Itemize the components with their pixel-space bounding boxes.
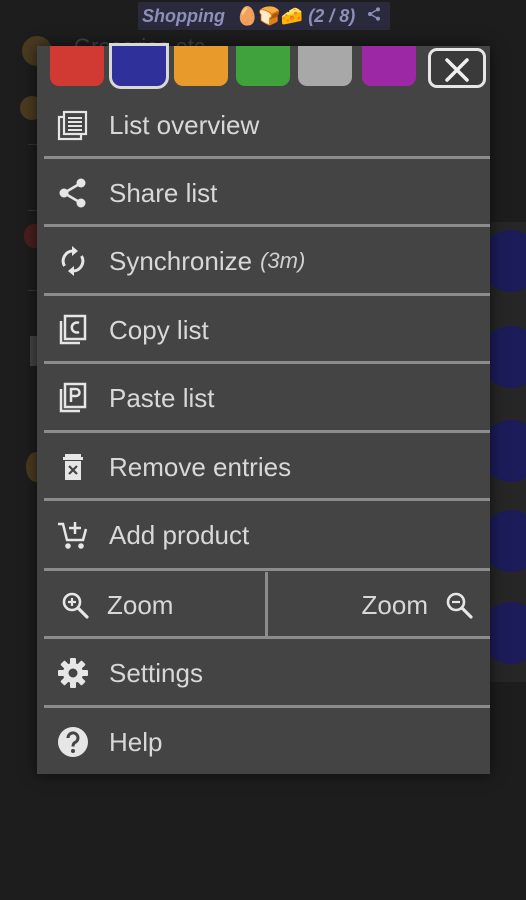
color-swatch-red[interactable] (50, 46, 104, 86)
menu-item-synchronize[interactable]: Synchronize (3m) (44, 228, 490, 294)
menu-item-label: List overview (109, 109, 260, 140)
copy-icon (59, 314, 87, 345)
menu-item-list-overview[interactable]: List overview (44, 92, 490, 158)
menu-item-label: Synchronize (109, 245, 253, 276)
zoom-in-label: Zoom (107, 589, 174, 620)
menu-divider (44, 636, 490, 639)
menu-divider (44, 705, 490, 708)
list-count: (2 / 8) (308, 6, 356, 26)
color-swatch-purple[interactable] (362, 46, 416, 86)
menu-divider (44, 156, 490, 159)
title-emoji: 🥚🍞🧀 (236, 6, 304, 26)
color-swatch-green[interactable] (236, 46, 290, 86)
app-title: Shopping (142, 6, 225, 26)
zoom-in-button[interactable]: Zoom (44, 572, 265, 638)
menu-item-copy-list[interactable]: Copy list (44, 297, 490, 363)
menu-item-remove-entries[interactable]: Remove entries (44, 434, 490, 500)
menu-item-paste-list[interactable]: Paste list (44, 365, 490, 431)
menu-divider (44, 430, 490, 433)
title-share-icon (366, 6, 382, 26)
list-icon (57, 110, 88, 141)
menu-item-label: Settings (109, 657, 203, 688)
menu-item-add-product[interactable]: Add product (44, 502, 490, 568)
gear-icon (58, 658, 88, 688)
app-title-bar: Shopping 🥚🍞🧀 (2 / 8) (138, 2, 390, 30)
menu-divider (44, 361, 490, 364)
menu-divider (44, 293, 490, 296)
menu-item-label: Add product (109, 519, 250, 550)
add-cart-icon (58, 522, 88, 549)
menu-item-label: Help (109, 726, 163, 757)
help-icon (58, 727, 88, 757)
zoom-out-button[interactable]: Zoom (268, 572, 490, 638)
zoom-out-label: Zoom (361, 589, 428, 620)
menu-item-help[interactable]: Help (44, 709, 490, 775)
menu-divider (44, 224, 490, 227)
list-options-menu: List overview Share list Synchronize (3m… (37, 46, 490, 774)
sync-age: (3m) (260, 248, 306, 273)
color-swatch-orange[interactable] (174, 46, 228, 86)
sync-icon (61, 246, 85, 276)
trash-icon (63, 454, 83, 480)
menu-item-label: Remove entries (109, 451, 292, 482)
color-picker (37, 46, 490, 90)
menu-divider (44, 568, 490, 571)
zoom-in-icon (62, 592, 89, 619)
share-icon (59, 178, 86, 208)
color-swatch-blue[interactable] (112, 46, 166, 86)
menu-item-label: Share list (109, 177, 218, 208)
menu-item-share-list[interactable]: Share list (44, 160, 490, 226)
paste-icon (59, 382, 87, 413)
color-swatch-gray[interactable] (298, 46, 352, 86)
zoom-out-icon (446, 592, 473, 619)
menu-divider (44, 498, 490, 501)
close-button[interactable] (428, 48, 486, 88)
menu-item-settings[interactable]: Settings (44, 640, 490, 706)
menu-item-label: Paste list (109, 382, 215, 413)
close-icon (445, 58, 469, 82)
menu-item-label: Copy list (109, 314, 209, 345)
